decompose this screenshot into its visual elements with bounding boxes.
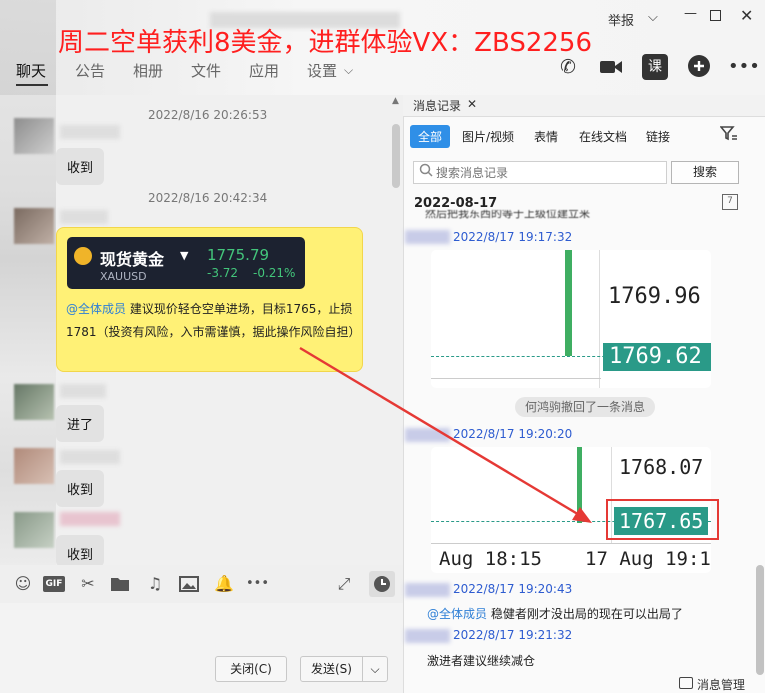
red-arrow-annotation [299,346,592,523]
